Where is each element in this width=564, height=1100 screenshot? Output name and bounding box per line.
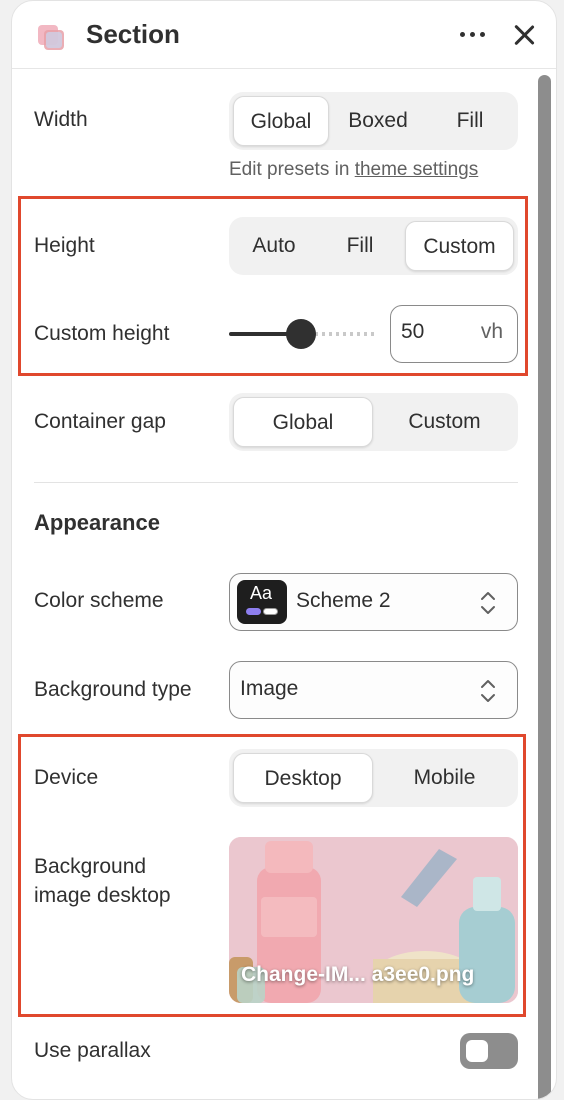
background-image-preview[interactable]: Change-IM... a3ee0.png (229, 837, 518, 1003)
color-scheme-label: Color scheme (34, 589, 164, 612)
swatch-secondary-pill (263, 608, 278, 615)
width-segmented-control: Global Boxed Fill (229, 92, 518, 150)
swatch-accent-pill (246, 608, 261, 615)
panel-scrollbar[interactable] (538, 75, 551, 1099)
presets-hint-text: Edit presets in (229, 159, 350, 180)
close-icon[interactable] (510, 21, 538, 49)
appearance-heading: Appearance (34, 510, 160, 535)
panel-header: Section (12, 1, 556, 69)
device-option-mobile[interactable]: Mobile (375, 753, 514, 803)
height-option-auto[interactable]: Auto (233, 221, 315, 271)
container-gap-option-custom[interactable]: Custom (375, 397, 514, 447)
container-gap-option-global[interactable]: Global (233, 397, 373, 447)
toggle-knob (466, 1040, 488, 1062)
swatch-text: Aa (250, 583, 273, 603)
height-label: Height (34, 234, 95, 257)
divider (34, 482, 518, 483)
use-parallax-toggle[interactable] (460, 1033, 518, 1069)
background-image-label-line2: image desktop (34, 884, 171, 907)
device-option-desktop[interactable]: Desktop (233, 753, 373, 803)
custom-height-label: Custom height (34, 322, 170, 345)
background-type-select[interactable]: Image (229, 661, 518, 719)
chevron-up-down-icon (481, 680, 495, 702)
device-segmented-control: Desktop Mobile (229, 749, 518, 807)
background-image-filename: Change-IM... a3ee0.png (241, 963, 475, 986)
custom-height-value: 50 (401, 320, 425, 343)
page-title: Section (86, 19, 180, 49)
custom-height-unit: vh (480, 320, 503, 343)
presets-hint: Edit presets in theme settings (229, 159, 478, 181)
color-scheme-select[interactable]: Aa Scheme 2 (229, 573, 518, 631)
section-settings-panel: Section Width Global Boxed Fill Edit pre… (11, 0, 557, 1100)
width-option-boxed[interactable]: Boxed (333, 96, 423, 146)
height-option-fill[interactable]: Fill (317, 221, 403, 271)
width-option-fill[interactable]: Fill (425, 96, 515, 146)
chevron-up-down-icon (481, 592, 495, 614)
custom-height-input[interactable]: 50 vh (390, 305, 518, 363)
width-label: Width (34, 108, 88, 131)
use-parallax-label: Use parallax (34, 1039, 151, 1062)
color-scheme-swatch: Aa (237, 580, 287, 624)
more-horizontal-icon[interactable] (458, 24, 488, 44)
width-option-global[interactable]: Global (233, 96, 329, 146)
device-label: Device (34, 766, 99, 789)
background-image-label-line1: Background (34, 855, 147, 878)
container-gap-segmented-control: Global Custom (229, 393, 518, 451)
container-gap-label: Container gap (34, 410, 166, 433)
section-icon (38, 25, 64, 50)
background-type-value: Image (240, 677, 299, 700)
theme-settings-link[interactable]: theme settings (355, 159, 479, 180)
custom-height-slider-handle[interactable] (286, 319, 316, 349)
height-segmented-control: Auto Fill Custom (229, 217, 518, 275)
height-option-custom[interactable]: Custom (405, 221, 514, 271)
color-scheme-value: Scheme 2 (296, 589, 391, 612)
background-type-label: Background type (34, 678, 192, 701)
